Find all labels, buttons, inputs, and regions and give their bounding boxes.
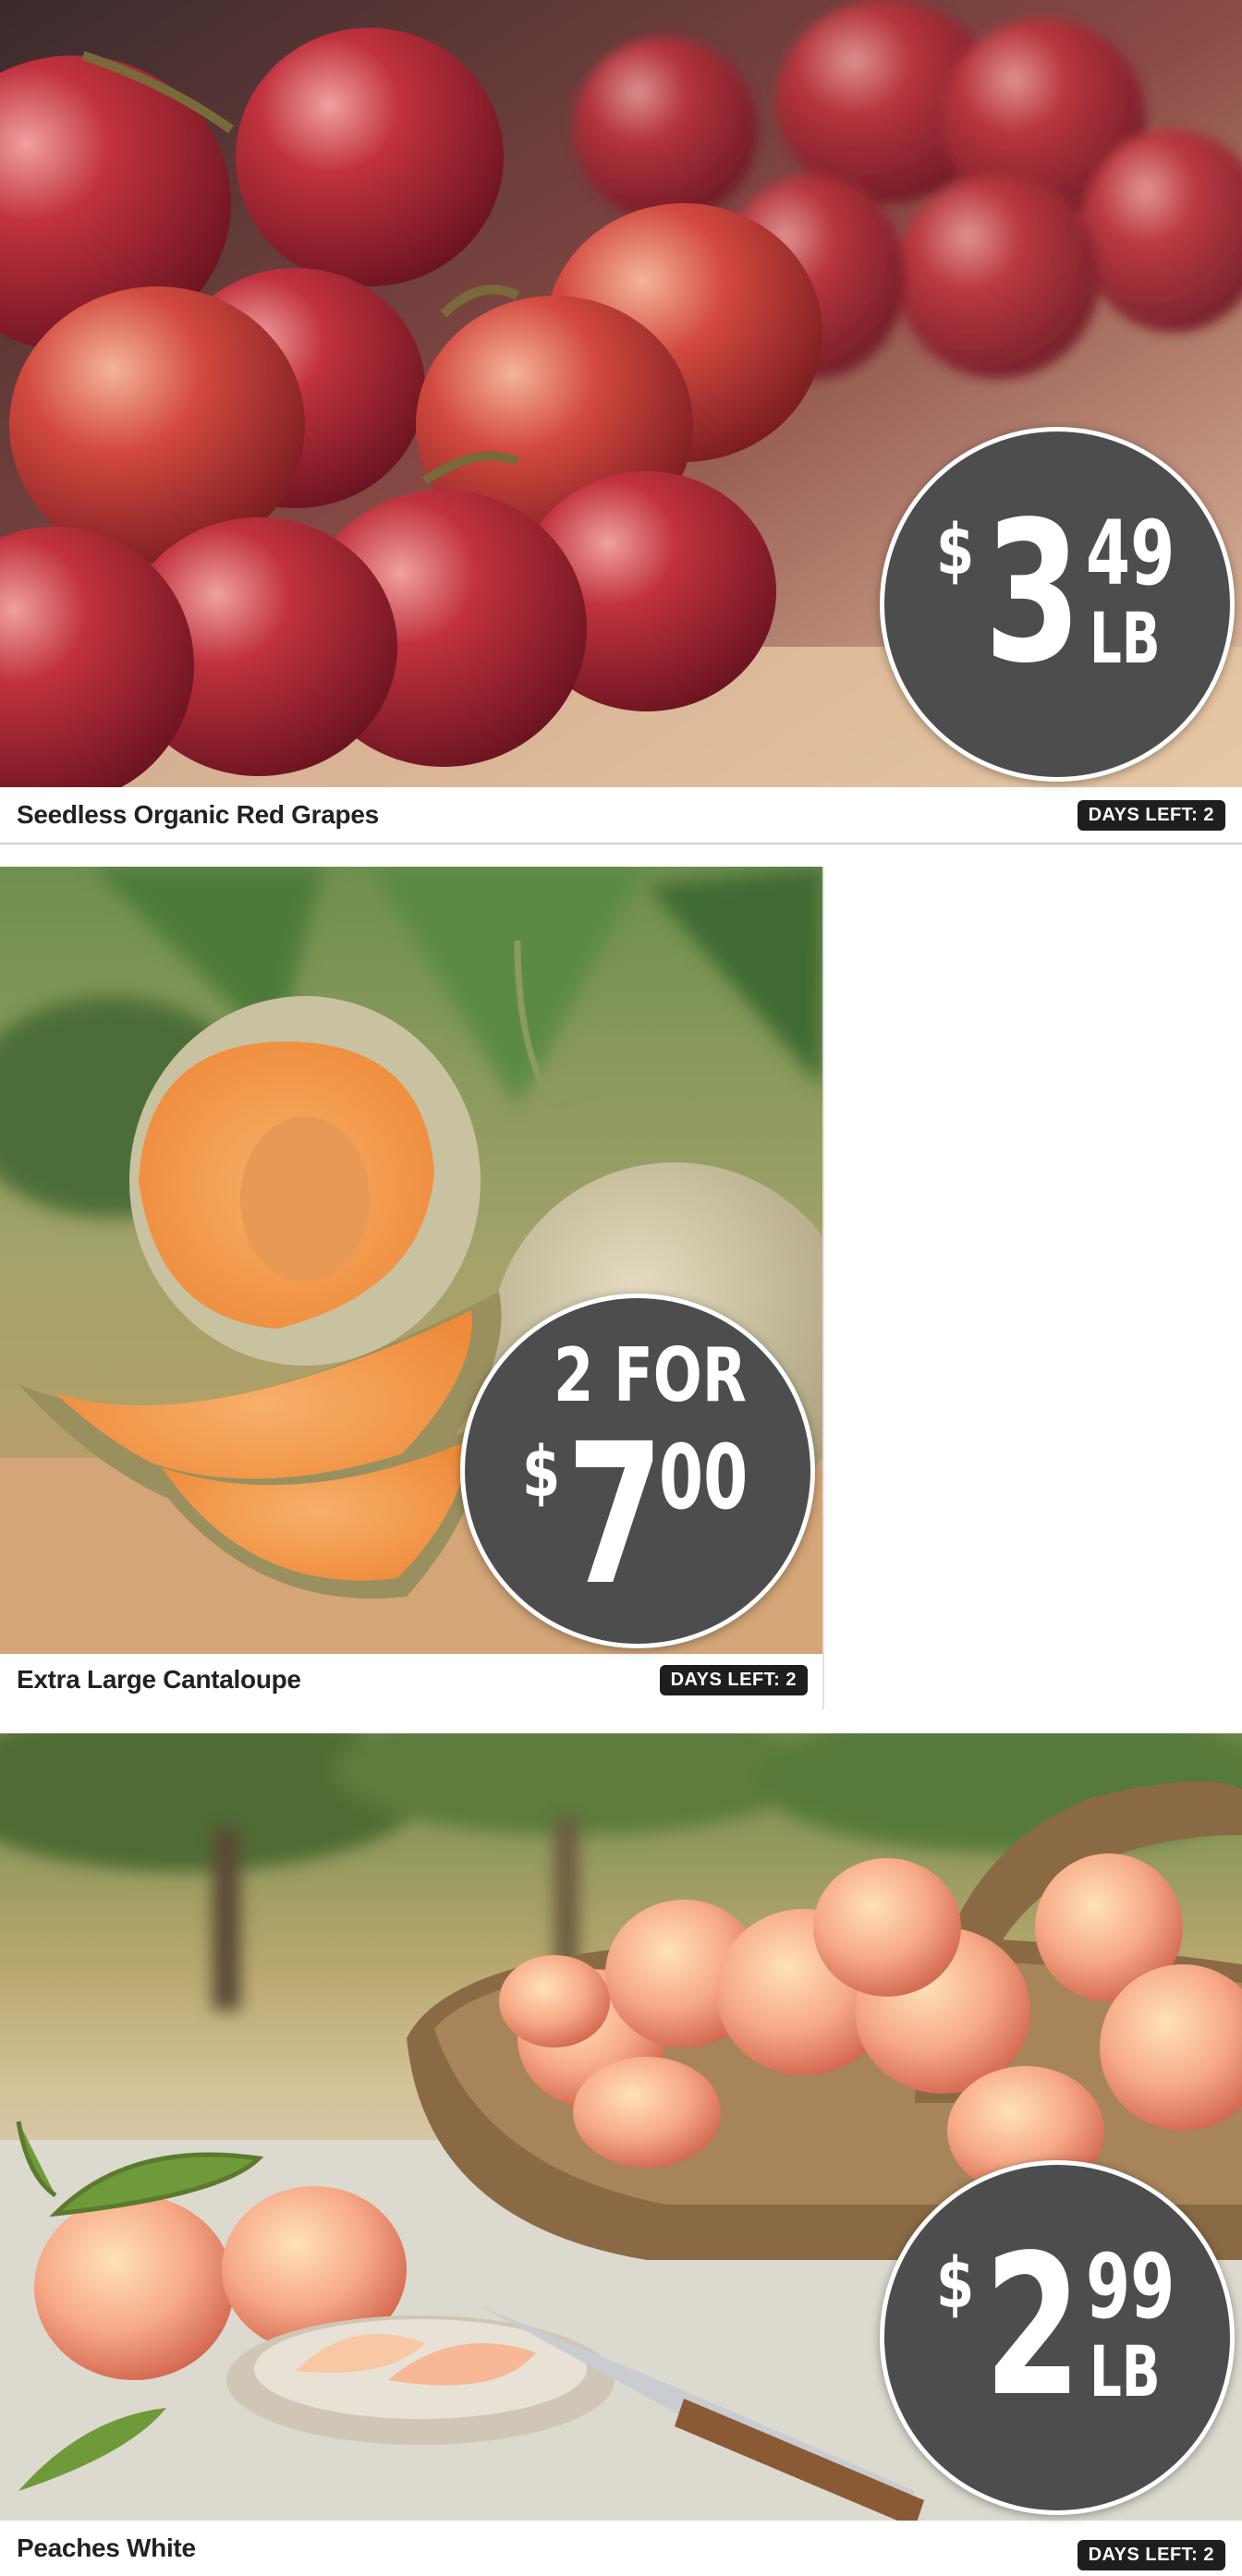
product-title[interactable]: Peaches White (17, 2533, 196, 2563)
price-unit: LB (1090, 2330, 1161, 2412)
price-circle: $ 3 49 LB (880, 427, 1235, 782)
divider (822, 867, 824, 1709)
price-currency: $ (936, 508, 975, 590)
price-circle: $ 2 99 LB (880, 2160, 1235, 2515)
price-dollars: 7 (566, 1402, 664, 1628)
product-card-peaches[interactable]: $ 2 99 LB Peaches White DAYS LEFT: 2 (0, 1733, 1242, 2576)
divider (0, 843, 1242, 844)
days-left-badge: DAYS LEFT: 2 (1077, 799, 1225, 831)
product-title[interactable]: Extra Large Cantaloupe (17, 1665, 301, 1695)
product-card-grapes[interactable]: $ 3 49 LB Seedless Organic Red Grapes DA… (0, 0, 1242, 846)
price-cents: 00 (659, 1426, 749, 1529)
price-currency: $ (522, 1430, 561, 1513)
product-card-cantaloupe[interactable]: 2 FOR $ 7 00 Extra Large Cantaloupe DAYS… (0, 867, 824, 1709)
days-left-badge: DAYS LEFT: 2 (659, 1664, 808, 1695)
product-title[interactable]: Seedless Organic Red Grapes (17, 800, 379, 830)
price-dollars: 3 (984, 480, 1081, 706)
price-dollars: 2 (984, 2213, 1081, 2439)
price-circle: 2 FOR $ 7 00 (460, 1294, 815, 1648)
days-left-badge: DAYS LEFT: 2 (1077, 2539, 1225, 2570)
price-cents: 49 (1086, 502, 1175, 605)
price-currency: $ (936, 2242, 975, 2324)
price-unit: LB (1090, 597, 1161, 679)
price-cents: 99 (1086, 2235, 1175, 2339)
